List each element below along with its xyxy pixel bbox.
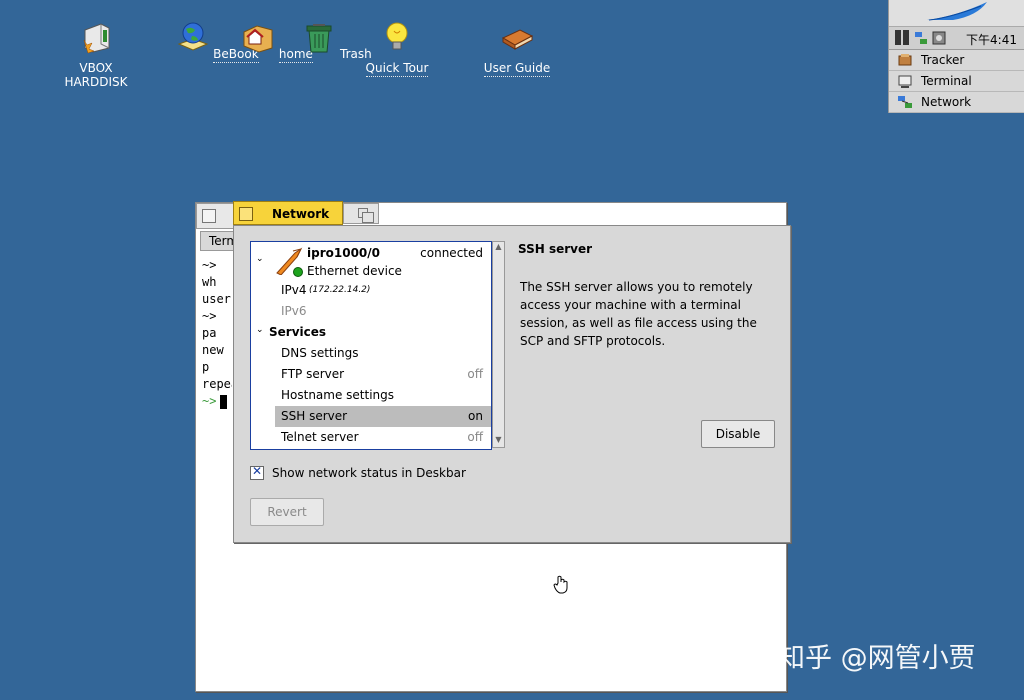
ipv4-label: IPv4 (281, 283, 307, 297)
network-settings-list[interactable]: ⌄ ipro1000/0 connected Ethernet device I… (250, 241, 492, 450)
ipv6-label: IPv6 (281, 304, 307, 318)
network-window-tab[interactable]: Network (233, 201, 381, 225)
desktop-icon-label: Quick Tour (365, 61, 429, 77)
deskbar-logo[interactable] (889, 0, 1024, 27)
desktop-icon-user-guide[interactable]: User Guide (467, 20, 567, 77)
terminal-line: ~> wh (202, 258, 217, 289)
detail-title: SSH server (518, 242, 593, 256)
harddisk-icon (83, 23, 110, 54)
ipv6-row[interactable]: IPv6 (251, 301, 491, 322)
terminal-line: user (202, 292, 231, 306)
show-network-status-checkbox[interactable]: Show network status in Deskbar (250, 464, 466, 480)
connected-status-dot (293, 267, 303, 277)
services-header: Services (269, 325, 327, 339)
trash-icon (306, 24, 332, 53)
deskbar-tray: 下午4:41 (889, 27, 1024, 50)
deskbar: 下午4:41 Tracker Terminal Network (888, 0, 1024, 113)
scroll-down-icon[interactable]: ▼ (493, 435, 504, 447)
network-close-button[interactable] (239, 207, 253, 221)
ipv4-address: (172.22.14.2) (309, 285, 371, 295)
deskbar-clock[interactable]: 下午4:41 (966, 31, 1017, 48)
tracker-icon (898, 54, 912, 66)
network-window-title: Network (272, 207, 330, 221)
ipv4-row[interactable]: IPv4 (172.22.14.2) (251, 280, 491, 301)
desktop-icon-vbox-harddisk[interactable]: VBOX HARDDISK (46, 20, 146, 89)
device-status: connected (420, 246, 483, 260)
service-label: SSH server (281, 409, 348, 423)
home-folder-icon (243, 25, 273, 53)
revert-button[interactable]: Revert (250, 498, 324, 526)
terminal-line: repea (202, 377, 232, 391)
list-scrollbar[interactable]: ▲ ▼ (492, 241, 505, 448)
deskbar-item-tracker[interactable]: Tracker (889, 50, 1024, 71)
device-type: Ethernet device (307, 264, 402, 278)
network-icon (898, 96, 912, 108)
device-name: ipro1000/0 (307, 246, 380, 260)
detail-description: The SSH server allows you to remotely ac… (520, 280, 757, 348)
service-row-telnet[interactable]: Telnet server off (251, 427, 491, 448)
checkbox-label: Show network status in Deskbar (272, 466, 466, 480)
deskbar-item-label: Network (921, 95, 972, 109)
chevron-down-icon[interactable]: ⌄ (256, 254, 264, 264)
service-row-dns[interactable]: DNS settings (251, 343, 491, 364)
terminal-output[interactable]: ~> wh user ~> pa new p repea ~> (202, 257, 232, 410)
deskbar-item-label: Terminal (921, 74, 972, 88)
terminal-cursor (220, 394, 228, 409)
desktop-icon-label: User Guide (483, 61, 551, 77)
chevron-down-icon[interactable]: ⌄ (256, 325, 264, 335)
zoom-button[interactable] (343, 203, 379, 224)
network-status-icon[interactable] (913, 30, 929, 46)
deskbar-item-network[interactable]: Network (889, 92, 1024, 113)
hand-cursor-icon (553, 575, 568, 594)
disable-button[interactable]: Disable (701, 420, 775, 448)
terminal-prompt-line: ~> (202, 393, 232, 410)
volume-icon[interactable] (931, 30, 947, 46)
service-label: Hostname settings (281, 388, 395, 402)
checkbox-box[interactable] (250, 464, 264, 480)
network-window: ⌄ ipro1000/0 connected Ethernet device I… (233, 225, 791, 543)
haiku-leaf-icon (927, 2, 987, 21)
device-row[interactable]: ⌄ ipro1000/0 connected Ethernet device (251, 242, 491, 280)
service-row-hostname[interactable]: Hostname settings (251, 385, 491, 406)
terminal-close-button[interactable] (202, 209, 216, 223)
terminal-prompt: ~> (202, 394, 217, 408)
workspace-indicator[interactable] (895, 30, 909, 45)
service-row-ftp[interactable]: FTP server off (251, 364, 491, 385)
service-label: DNS settings (281, 346, 359, 360)
service-label: FTP server (281, 367, 345, 381)
bebook-icon (177, 22, 209, 51)
terminal-line: ~> pa (202, 309, 217, 340)
watermark-text: 知乎 @网管小贾 (778, 643, 976, 674)
service-value: on (468, 409, 483, 423)
terminal-line: new p (202, 343, 224, 374)
network-title-tab[interactable]: Network (233, 201, 343, 225)
services-header-row[interactable]: ⌄ Services (251, 322, 491, 343)
scroll-up-icon[interactable]: ▲ (493, 242, 504, 254)
lightbulb-icon (386, 22, 408, 50)
desktop-icon-quick-tour[interactable]: Quick Tour (347, 20, 447, 77)
book-icon (501, 29, 534, 50)
service-value: off (467, 430, 483, 444)
terminal-title-tab[interactable] (196, 203, 238, 229)
deskbar-item-terminal[interactable]: Terminal (889, 71, 1024, 92)
service-value: off (467, 367, 483, 381)
service-row-ssh[interactable]: SSH server on (275, 406, 491, 427)
service-label: Telnet server (281, 430, 359, 444)
deskbar-item-label: Tracker (921, 53, 965, 67)
terminal-icon (898, 75, 912, 88)
desktop-icon-label: VBOX HARDDISK (64, 61, 128, 89)
